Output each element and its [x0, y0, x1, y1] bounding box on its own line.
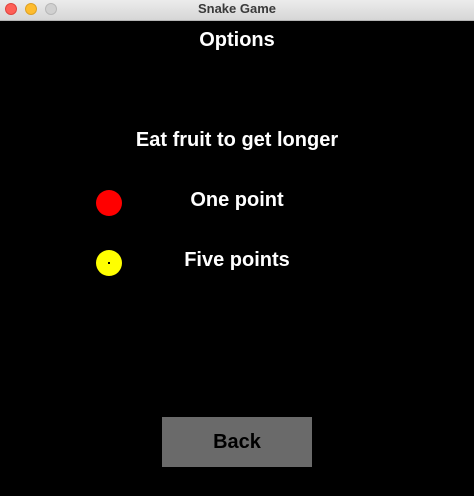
back-button[interactable]: Back	[162, 417, 312, 467]
red-fruit-icon	[96, 190, 122, 216]
yellow-fruit-label: Five points	[184, 249, 290, 271]
red-fruit-label: One point	[190, 189, 284, 211]
game-window: Snake Game Options Eat fruit to get long…	[0, 0, 474, 496]
instructions-text: Eat fruit to get longer	[135, 129, 339, 151]
title-bar: Snake Game	[0, 0, 474, 21]
window-title: Snake Game	[197, 1, 277, 16]
fruit-center-dot	[108, 262, 110, 264]
page-title: Options	[199, 29, 275, 51]
yellow-fruit-icon	[96, 250, 122, 276]
